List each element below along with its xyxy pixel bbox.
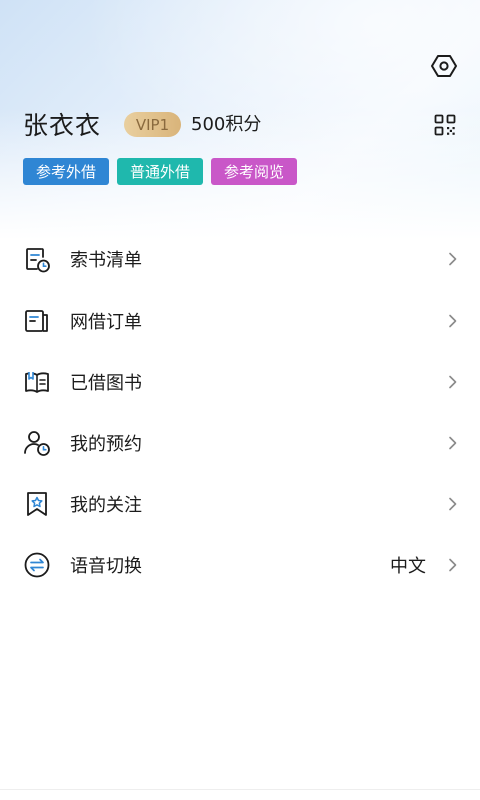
menu-label: 我的关注 — [70, 494, 142, 516]
menu-item-following[interactable]: 我的关注 — [0, 473, 480, 534]
chevron-right-icon — [446, 558, 460, 572]
menu-label: 我的预约 — [70, 433, 142, 455]
menu-label: 语音切换 — [70, 555, 142, 577]
chevron-right-icon — [446, 314, 460, 328]
chevron-right-icon — [446, 436, 460, 450]
menu-item-online-order[interactable]: 网借订单 — [0, 290, 480, 351]
menu-item-borrowed-books[interactable]: 已借图书 — [0, 351, 480, 412]
reservation-icon — [21, 427, 53, 459]
qr-code-button[interactable] — [432, 112, 458, 138]
user-name: 张衣衣 — [23, 111, 102, 140]
borrowed-book-icon — [21, 366, 53, 398]
tag-reference-reading[interactable]: 参考阅览 — [211, 158, 297, 185]
chevron-right-icon — [446, 252, 460, 266]
online-order-icon — [21, 305, 53, 337]
tag-reference-lending[interactable]: 参考外借 — [23, 158, 109, 185]
bottom-divider — [0, 789, 480, 790]
menu-label: 索书清单 — [70, 249, 142, 271]
chevron-right-icon — [446, 497, 460, 511]
bookmark-star-icon — [21, 488, 53, 520]
settings-hexagon-icon — [431, 55, 457, 77]
menu-item-reservations[interactable]: 我的预约 — [0, 412, 480, 473]
request-list-icon — [21, 243, 53, 275]
chevron-right-icon — [446, 375, 460, 389]
menu-item-language-switch[interactable]: 语音切换 中文 — [0, 534, 480, 595]
settings-button[interactable] — [430, 52, 458, 80]
menu-label: 已借图书 — [70, 372, 142, 394]
points-text: 500积分 — [191, 114, 262, 135]
language-switch-icon — [21, 549, 53, 581]
qr-code-icon — [434, 114, 456, 136]
menu-label: 网借订单 — [70, 311, 142, 333]
tag-general-lending[interactable]: 普通外借 — [117, 158, 203, 185]
menu-item-request-list[interactable]: 索书清单 — [0, 228, 480, 289]
current-language-value: 中文 — [390, 555, 426, 577]
vip-badge: VIP1 — [124, 112, 181, 137]
